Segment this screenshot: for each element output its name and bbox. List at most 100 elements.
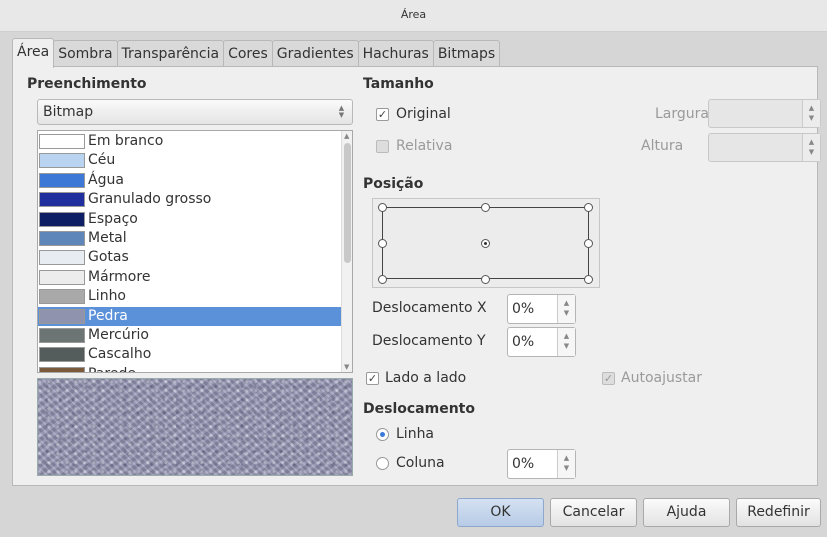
tab-hatching[interactable]: Hachuras [357, 40, 434, 68]
position-top-left[interactable] [378, 203, 387, 212]
position-bottom-center[interactable] [481, 275, 490, 284]
position-middle-right[interactable] [584, 239, 593, 248]
list-item[interactable]: Parede [38, 365, 343, 372]
cancel-button[interactable]: Cancelar [550, 498, 637, 527]
width-stepper[interactable]: ▲ ▼ [708, 99, 821, 128]
offset-x-value: 0% [512, 301, 535, 317]
list-item-label: Metal [88, 230, 127, 246]
offset-y-arrows[interactable]: ▲ ▼ [557, 328, 575, 356]
height-stepper-arrows[interactable]: ▲ ▼ [802, 134, 820, 161]
bitmap-preview [37, 378, 353, 476]
list-item-label: Em branco [88, 133, 164, 149]
tab-colors[interactable]: Cores [223, 40, 273, 68]
position-heading: Posição [363, 176, 424, 192]
list-item-label: Cascalho [88, 346, 152, 363]
autofit-checkbox[interactable]: ✓ [602, 372, 615, 385]
bitmap-swatch [39, 153, 85, 169]
fill-type-value: Bitmap [43, 104, 94, 120]
original-label: Original [396, 106, 451, 122]
list-item-label: Pedra [88, 307, 128, 324]
bitmap-swatch [39, 211, 85, 227]
list-item[interactable]: Metal [38, 229, 343, 248]
column-label: Coluna [396, 455, 445, 471]
position-bottom-right[interactable] [584, 275, 593, 284]
bitmap-swatch [39, 269, 85, 285]
width-label: Largura [655, 106, 709, 122]
reset-button[interactable]: Redefinir [736, 498, 821, 527]
original-checkbox[interactable]: ✓ [376, 108, 389, 121]
list-item-label: Granulado grosso [88, 191, 212, 208]
tab-bar: Área Sombra Transparência Cores Gradient… [12, 38, 501, 68]
relative-checkbox[interactable] [376, 140, 389, 153]
bitmap-swatch [39, 328, 85, 343]
offset-percent-stepper[interactable]: 0% ▲ ▼ [507, 449, 576, 479]
bitmap-swatch [39, 250, 85, 266]
column-radio[interactable] [376, 457, 389, 470]
tab-area[interactable]: Área [12, 38, 55, 68]
list-scrollbar[interactable]: ▲ ▼ [341, 131, 352, 372]
bitmap-list[interactable]: Em branco Céu Água Granulado grosso Espaço Me… [37, 130, 353, 373]
bitmap-swatch [39, 192, 85, 208]
list-item[interactable]: Mármore [38, 268, 343, 287]
list-item-label: Linho [88, 288, 127, 305]
list-item-label: Parede [88, 365, 136, 372]
list-item[interactable]: Em branco [38, 132, 343, 151]
bitmap-swatch [39, 347, 85, 363]
tile-label: Lado a lado [385, 370, 467, 386]
list-item[interactable]: Granulado grosso [38, 190, 343, 209]
tab-shadow[interactable]: Sombra [53, 40, 118, 68]
offset-y-value: 0% [512, 334, 535, 350]
list-item[interactable]: Espaço [38, 210, 343, 229]
list-item-label: Gotas [88, 249, 129, 266]
bitmap-swatch [39, 231, 85, 246]
position-center[interactable] [481, 239, 490, 248]
position-top-center[interactable] [481, 203, 490, 212]
list-item[interactable]: Céu [38, 151, 343, 170]
list-item-label: Mercúrio [88, 327, 149, 343]
offset-percent-value: 0% [512, 456, 535, 472]
offset-x-label: Deslocamento X [372, 300, 487, 316]
list-item[interactable]: Pedra [38, 306, 343, 326]
offset-x-stepper[interactable]: 0% ▲ ▼ [507, 294, 576, 324]
list-item[interactable]: Cascalho [38, 345, 343, 364]
scroll-down-icon[interactable]: ▼ [344, 363, 349, 371]
bitmap-swatch [39, 134, 85, 149]
ok-button[interactable]: OK [457, 498, 544, 527]
help-button[interactable]: Ajuda [643, 498, 730, 527]
position-middle-left[interactable] [378, 239, 387, 248]
width-stepper-arrows[interactable]: ▲ ▼ [802, 100, 820, 127]
list-item[interactable]: Mercúrio [38, 326, 343, 345]
list-item-label: Água [88, 171, 124, 188]
position-bottom-left[interactable] [378, 275, 387, 284]
offset-y-label: Deslocamento Y [372, 333, 486, 349]
offset-heading: Deslocamento [363, 401, 475, 417]
bitmap-swatch [39, 289, 85, 305]
window-title: Área [0, 0, 827, 32]
height-stepper[interactable]: ▲ ▼ [708, 133, 821, 162]
bitmap-swatch [39, 172, 85, 188]
offset-y-stepper[interactable]: 0% ▲ ▼ [507, 327, 576, 357]
list-item[interactable]: Água [38, 171, 343, 190]
autofit-label: Autoajustar [621, 370, 702, 386]
list-item-label: Espaço [88, 210, 138, 227]
height-label: Altura [641, 138, 684, 154]
list-item[interactable]: Linho [38, 287, 343, 306]
scroll-thumb[interactable] [344, 143, 351, 263]
scroll-up-icon[interactable]: ▲ [344, 132, 349, 140]
tile-checkbox[interactable]: ✓ [366, 372, 379, 385]
row-radio[interactable] [376, 428, 389, 441]
list-item[interactable]: Gotas [38, 248, 343, 267]
bitmap-swatch [39, 366, 85, 372]
offset-x-arrows[interactable]: ▲ ▼ [557, 295, 575, 323]
list-item-label: Mármore [88, 268, 151, 285]
offset-percent-arrows[interactable]: ▲ ▼ [557, 450, 575, 478]
list-item-label: Céu [88, 152, 116, 169]
position-grid[interactable] [372, 198, 600, 288]
tab-transparency[interactable]: Transparência [116, 40, 225, 68]
tab-bitmaps[interactable]: Bitmaps [432, 40, 501, 68]
chevron-updown-icon: ▲ ▼ [338, 104, 345, 119]
tab-gradients[interactable]: Gradientes [271, 40, 359, 68]
fill-heading: Preenchimento [27, 76, 147, 92]
position-top-right[interactable] [584, 203, 593, 212]
fill-type-select[interactable]: Bitmap ▲ ▼ [37, 99, 353, 125]
